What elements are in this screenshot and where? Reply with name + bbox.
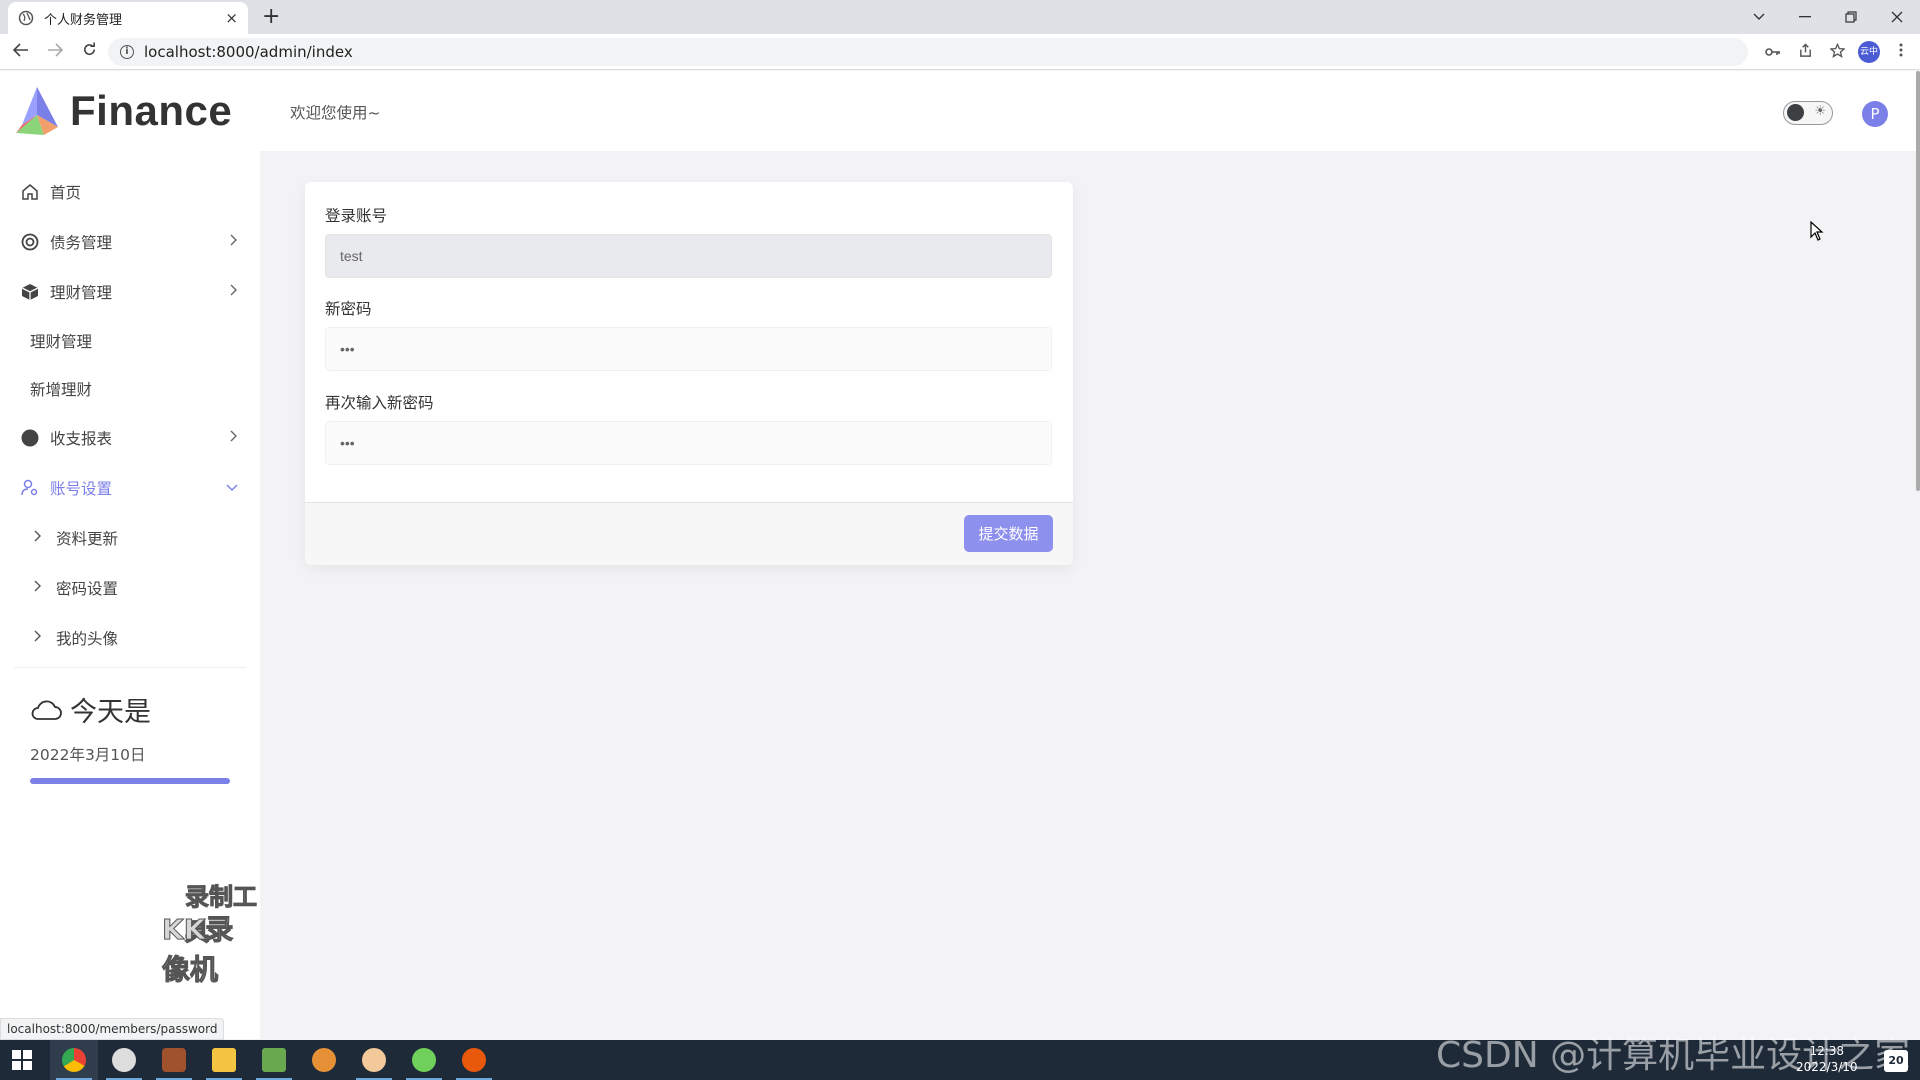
sidebar-item-label: 资料更新 [56,530,119,548]
sidebar-item-report[interactable]: 收支报表 [0,413,260,463]
windows-start-icon[interactable] [12,1050,32,1070]
today-progress-bar [30,778,230,784]
reload-icon[interactable] [76,41,102,62]
address-bar[interactable]: i localhost:8000/admin/index [108,38,1748,66]
chevron-right-icon [34,530,42,546]
browser-tabbar: 个人财务管理 × + [0,0,1920,34]
logo[interactable]: Finance [14,85,232,137]
submit-button[interactable]: 提交数据 [964,515,1053,552]
form-footer: 提交数据 [305,502,1073,565]
password-form-card: 登录账号 test 新密码 ••• 再次输入新密码 ••• 提交数据 [305,182,1073,565]
sidebar-item-label: 我的头像 [56,630,119,648]
sidebar-divider [14,667,246,668]
taskbar-pycharm-icon[interactable] [400,1040,448,1080]
taskbar-search-icon[interactable] [300,1040,348,1080]
key-icon[interactable] [1762,43,1784,61]
sidebar-item-label: 债务管理 [50,234,113,252]
new-tab-button[interactable]: + [262,4,280,30]
sidebar-item-label: 理财管理 [50,284,113,302]
sidebar-subitem-finance-add[interactable]: 新增理财 [0,365,260,413]
taskbar-navicat-icon[interactable] [350,1040,398,1080]
home-icon [20,183,40,201]
top-header: 欢迎您使用~ ☀ P [260,71,1916,151]
tab-search-icon[interactable] [1736,0,1782,34]
share-icon[interactable] [1794,42,1816,62]
chevron-right-icon [34,630,42,646]
clock-date: 2022/3/10 [1796,1060,1858,1074]
close-window-icon[interactable] [1874,0,1920,34]
page-scrollbar[interactable] [1916,71,1920,491]
bookmark-star-icon[interactable] [1826,42,1848,62]
status-bar-url: localhost:8000/members/password [0,1018,225,1040]
sidebar-item-label: 收支报表 [50,430,113,448]
toggle-knob [1787,104,1804,121]
sidebar-item-home[interactable]: 首页 [0,167,260,217]
sidebar-subitem-password[interactable]: 密码设置 [0,563,260,613]
minimize-icon[interactable] [1782,0,1828,34]
confirm-password-label: 再次输入新密码 [325,394,434,412]
cube-icon [20,283,40,301]
user-settings-icon [20,479,40,497]
mouse-cursor-icon [1810,220,1824,245]
sidebar-subitem-profile-update[interactable]: 资料更新 [0,513,260,563]
account-label: 登录账号 [325,207,388,225]
sidebar-item-debt[interactable]: 债务管理 [0,217,260,267]
brand-name: Finance [70,87,233,134]
clock-time: 12:38 [1809,1044,1845,1058]
new-password-label: 新密码 [325,300,372,318]
cloud-icon [31,700,62,720]
sidebar-menu: 首页 债务管理 理财管理 理财管理 新增理财 收支报表 账号设置 资料更新 密码… [0,167,260,663]
browser-toolbar: i localhost:8000/admin/index 云中 [0,34,1920,70]
logo-icon [16,87,58,135]
sidebar-item-label: 新增理财 [30,381,93,399]
circle-icon [20,429,40,447]
confirm-password-field[interactable]: ••• [325,421,1052,465]
sidebar-item-label: 理财管理 [30,333,93,351]
globe-icon [18,10,34,26]
sidebar: Finance 首页 债务管理 理财管理 理财管理 新增理财 收支报表 账号设置… [0,71,260,1039]
sidebar-item-label: 密码设置 [56,580,119,598]
taskbar-editor-icon[interactable] [250,1040,298,1080]
today-date: 2022年3月10日 [30,746,146,764]
chevron-right-icon [230,234,238,250]
chevron-right-icon [230,430,238,446]
sidebar-subitem-finance-manage[interactable]: 理财管理 [0,317,260,365]
taskbar-clock[interactable]: 12:38 2022/3/10 [1796,1043,1858,1075]
recorder-watermark-line2: KK录像机 [162,913,234,987]
chevron-right-icon [34,580,42,596]
chevron-down-icon [226,480,238,496]
tab-title: 个人财务管理 [44,12,123,28]
taskbar-wechat-icon[interactable] [100,1040,148,1080]
restore-icon[interactable] [1828,0,1874,34]
taskbar-chrome-icon[interactable] [50,1040,98,1080]
taskbar-recorder-icon[interactable] [450,1040,498,1080]
taskbar-app-icon[interactable] [150,1040,198,1080]
chevron-right-icon [230,284,238,300]
url-text: localhost:8000/admin/index [144,43,353,61]
menu-dots-icon[interactable] [1890,43,1912,61]
welcome-text: 欢迎您使用~ [290,104,381,122]
user-avatar[interactable]: P [1862,101,1888,127]
today-widget: 今天是 2022年3月10日 [30,690,151,765]
sidebar-subitem-avatar[interactable]: 我的头像 [0,613,260,663]
site-info-icon[interactable]: i [120,45,134,59]
today-title: 今天是 [70,697,151,728]
browser-tab[interactable]: 个人财务管理 × [8,2,248,34]
theme-toggle[interactable]: ☀ [1783,101,1833,125]
taskbar-folder-icon[interactable] [200,1040,248,1080]
sun-icon: ☀ [1814,104,1826,119]
back-icon[interactable] [8,42,34,62]
sidebar-item-label: 首页 [50,184,82,202]
notification-badge[interactable]: 20 [1884,1050,1908,1072]
sidebar-item-account-settings[interactable]: 账号设置 [0,463,260,513]
sidebar-item-finance[interactable]: 理财管理 [0,267,260,317]
target-icon [20,233,40,251]
tab-close-icon[interactable]: × [225,9,238,27]
new-password-field[interactable]: ••• [325,327,1052,371]
sidebar-item-label: 账号设置 [50,480,113,498]
account-field[interactable]: test [325,234,1052,278]
profile-icon[interactable]: 云中 [1858,41,1880,63]
forward-icon[interactable] [42,42,68,62]
